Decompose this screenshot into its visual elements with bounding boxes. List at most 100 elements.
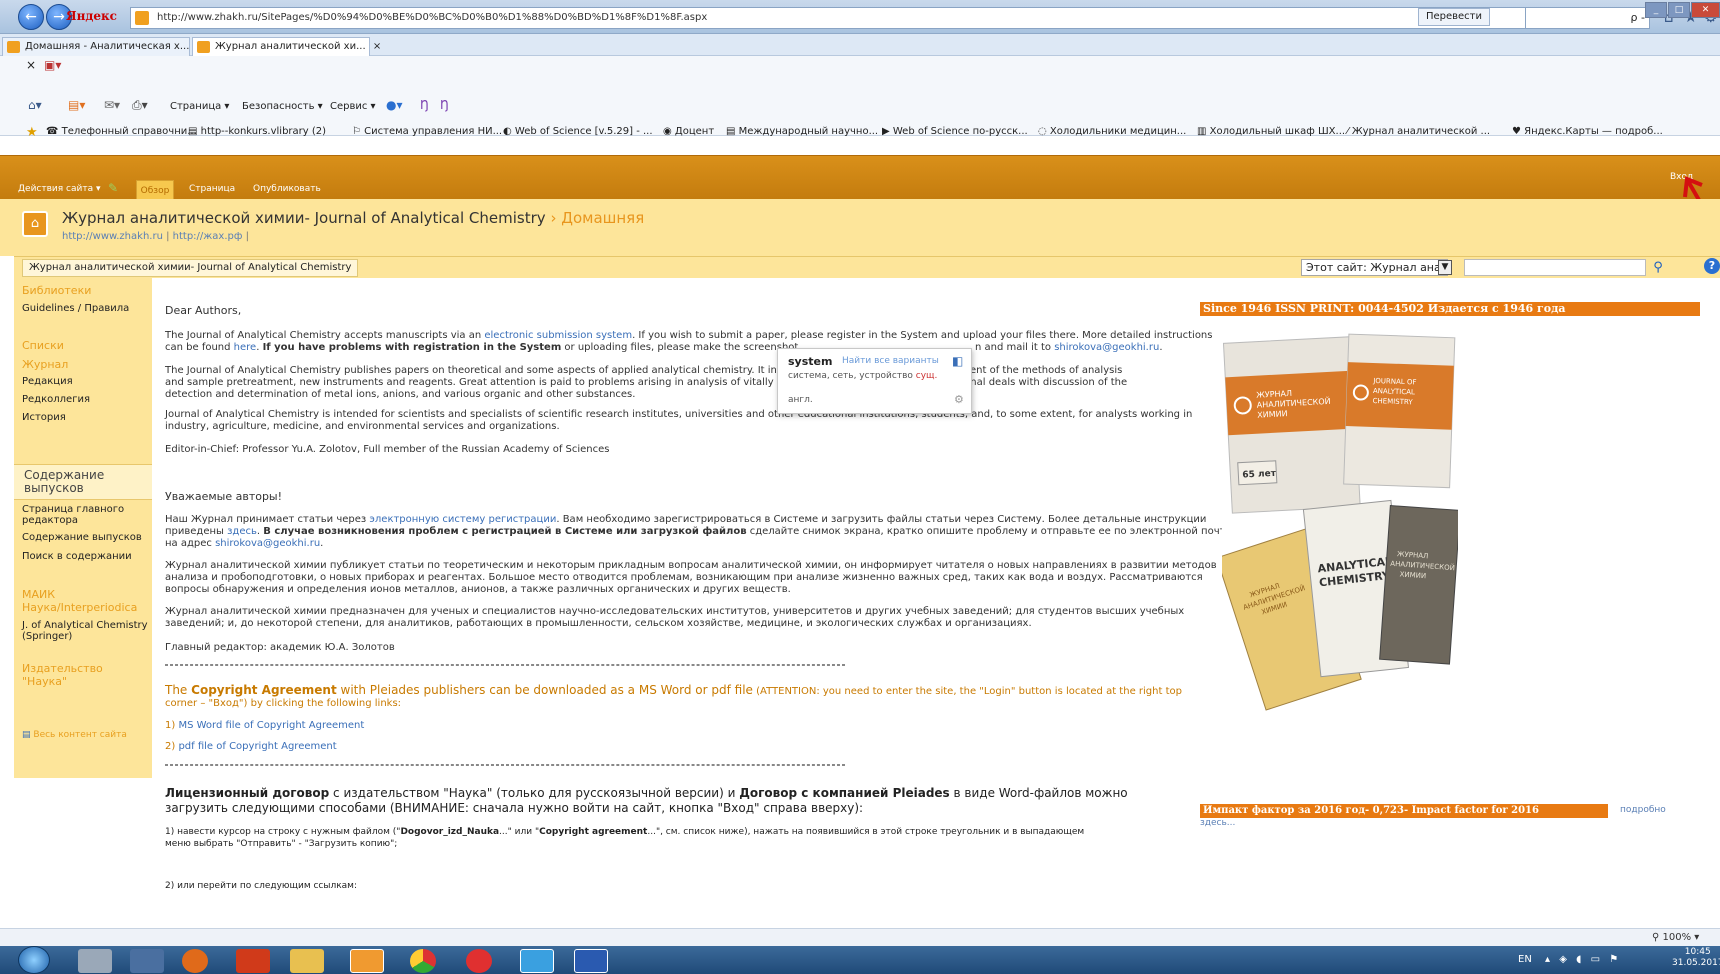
search-scope-select[interactable]: Этот сайт: Журнал ана. [1301, 259, 1448, 276]
impact-here-link[interactable]: здесь... [1200, 818, 1235, 828]
mail-icon[interactable]: ✉▾ [104, 98, 120, 112]
taskbar-chrome-icon[interactable] [410, 949, 436, 973]
tab-journal[interactable]: Журнал аналитической хи... × [192, 37, 381, 56]
here-link[interactable]: here [234, 342, 257, 353]
speaker-icon[interactable]: ◧ [952, 354, 963, 368]
favorites-star-add-icon[interactable]: ★ [26, 125, 38, 140]
nav-libraries[interactable]: Библиотеки [22, 284, 91, 297]
language-indicator[interactable]: EN [1518, 954, 1532, 965]
taskbar-yandex-icon[interactable] [466, 949, 492, 973]
clock[interactable]: 10:45 31.05.2017 [1672, 947, 1720, 969]
submission-system-link[interactable]: electronic submission system [484, 330, 632, 341]
browser-search-box[interactable]: ρ - [1525, 7, 1650, 29]
nav-maik[interactable]: МАИК Наука/Interperiodica [22, 588, 150, 614]
impact-more-link[interactable]: подробно [1620, 805, 1666, 815]
breadcrumb-site[interactable]: Журнал аналитической химии- Journal of A… [22, 259, 359, 277]
nav-main-editor[interactable]: Страница главного редактора [22, 504, 150, 526]
address-bar[interactable]: http://www.zhakh.ru/SitePages/%D0%94%D0%… [130, 7, 1550, 29]
nav-history[interactable]: История [22, 412, 150, 423]
edit-page-icon[interactable]: ✎ [108, 181, 118, 195]
site-ribbon: Действия сайта ▾ ✎ Обзор Страница Опубли… [0, 155, 1720, 200]
tab-home[interactable]: Домашняя - Аналитическая х... [2, 37, 190, 56]
site-search-input[interactable] [1464, 259, 1646, 276]
maximize-icon[interactable]: □ [1668, 2, 1690, 18]
volume-icon[interactable]: ◖ [1576, 954, 1581, 965]
network-icon[interactable]: ◈ [1559, 954, 1567, 965]
taskbar-ppt-icon[interactable] [236, 949, 270, 973]
nav-search-contents[interactable]: Поиск в содержании [22, 551, 150, 562]
email-link[interactable]: shirokova@geokhi.ru [1054, 342, 1159, 353]
tab-browse[interactable]: Обзор [136, 180, 174, 200]
settings-gear-icon[interactable]: ⚙ [954, 393, 964, 406]
impact-factor-banner: Импакт фактор за 2016 год- 0,723- Impact… [1200, 804, 1608, 818]
back-button[interactable]: ← [18, 4, 44, 30]
site-actions-menu[interactable]: Действия сайта ▾ [18, 184, 101, 194]
nav-guidelines[interactable]: Guidelines / Правила [22, 303, 150, 314]
tools-menu[interactable]: Сервис ▾ [330, 101, 376, 112]
taskbar-word-icon[interactable] [574, 949, 608, 973]
close-x-icon[interactable]: × [26, 58, 36, 72]
translate-button[interactable]: Перевести [1418, 8, 1490, 26]
nav-publisher[interactable]: Издательство "Наука" [22, 662, 150, 688]
nav-all-content[interactable]: ▤ Весь контент сайта [22, 730, 127, 740]
fav-phonebook[interactable]: ☎ Телефонный справочни... [46, 126, 197, 137]
tab-publish[interactable]: Опубликовать [253, 184, 321, 194]
license-step-2: 2) или перейти по следующим ссылкам: [165, 881, 358, 891]
taskbar-paint-icon[interactable] [78, 949, 112, 973]
tab-page[interactable]: Страница [189, 184, 235, 194]
popup-find-all[interactable]: Найти все варианты [842, 356, 939, 366]
tab-close-icon[interactable]: × [373, 41, 381, 52]
help-icon[interactable]: ? [1704, 258, 1720, 274]
translate-icon[interactable]: ▣▾ [44, 58, 61, 72]
nav-board[interactable]: Редколлегия [22, 394, 150, 405]
fav-intl[interactable]: ▤ Международный научно... [726, 126, 878, 137]
copyright-word-link[interactable]: MS Word file of Copyright Agreement [178, 720, 364, 731]
ru-submission-link[interactable]: электронную систему регистрации [369, 514, 556, 525]
site-title[interactable]: Журнал аналитической химии- Journal of A… [62, 209, 546, 227]
nav-springer[interactable]: J. of Analytical Chemistry (Springer) [22, 620, 150, 642]
ext-n2-icon[interactable]: Ŋ [440, 98, 449, 112]
taskbar-firefox-icon[interactable] [182, 949, 208, 973]
fav-yandex-maps[interactable]: ♥ Яндекс.Карты — подроб... [1512, 126, 1663, 137]
taskbar-explorer-icon[interactable] [350, 949, 384, 973]
fav-journal[interactable]: ⁄ Журнал аналитической ... [1347, 126, 1490, 137]
zoom-level[interactable]: ⚲ 100% ▾ [1652, 932, 1699, 943]
chevron-down-icon[interactable]: ▼ [1438, 260, 1452, 275]
home-small-icon[interactable]: ⌂▾ [28, 98, 42, 112]
fav-wos-ru[interactable]: ▶ Web of Science по-русск... [882, 126, 1028, 137]
taskbar-notes-icon[interactable] [290, 949, 324, 973]
nav-journal[interactable]: Журнал [22, 358, 68, 371]
fav-fridges[interactable]: ◌ Холодильники медицин... [1038, 126, 1186, 137]
nav-editorial[interactable]: Редакция [22, 376, 150, 387]
fav-fridge-cabinet[interactable]: ▥ Холодильный шкаф ШХ... [1197, 126, 1345, 137]
security-menu[interactable]: Безопасность ▾ [242, 101, 323, 112]
close-window-icon[interactable]: ✕ [1691, 2, 1720, 18]
display-icon[interactable]: ▭ [1591, 954, 1600, 965]
help-menu-icon[interactable]: ●▾ [386, 98, 403, 112]
start-button[interactable] [18, 946, 50, 974]
print-icon[interactable]: ⎙▾ [132, 98, 148, 113]
ru-here-link[interactable]: здесь [227, 526, 257, 537]
taskbar-mail-icon[interactable] [130, 949, 164, 973]
search-icon[interactable]: ⚲ [1648, 259, 1668, 276]
translation-popup[interactable]: system Найти все варианты ◧ система, сет… [777, 348, 972, 414]
taskbar-ie-icon[interactable] [520, 949, 554, 973]
minimize-icon[interactable]: _ [1645, 2, 1667, 18]
copyright-pdf-link[interactable]: pdf file of Copyright Agreement [178, 741, 336, 752]
flag-icon[interactable]: ⚑ [1609, 954, 1618, 965]
url-link-2[interactable]: http://жах.рф [173, 231, 243, 242]
fav-docent[interactable]: ◉ Доцент [663, 126, 714, 137]
fav-wos[interactable]: ◐ Web of Science [v.5.29] - ... [503, 126, 653, 137]
tray-up-icon[interactable]: ▴ [1545, 954, 1550, 965]
nav-issue-contents[interactable]: Содержание выпусков [22, 532, 150, 543]
fav-konkurs[interactable]: ▤ http--konkurs.vlibrary (2) [188, 126, 326, 137]
rss-icon[interactable]: ▤▾ [68, 98, 85, 112]
en-para-1: The Journal of Analytical Chemistry acce… [165, 330, 1213, 353]
ru-email-link[interactable]: shirokova@geokhi.ru [215, 538, 320, 549]
page-menu[interactable]: Страница ▾ [170, 101, 229, 112]
nav-contents-section[interactable]: Содержание выпусков [14, 464, 152, 500]
nav-lists[interactable]: Списки [22, 339, 64, 352]
url-link-1[interactable]: http://www.zhakh.ru [62, 231, 163, 242]
ext-n-icon[interactable]: Ŋ [420, 98, 429, 112]
fav-nir[interactable]: ⚐ Система управления НИ... [352, 126, 502, 137]
